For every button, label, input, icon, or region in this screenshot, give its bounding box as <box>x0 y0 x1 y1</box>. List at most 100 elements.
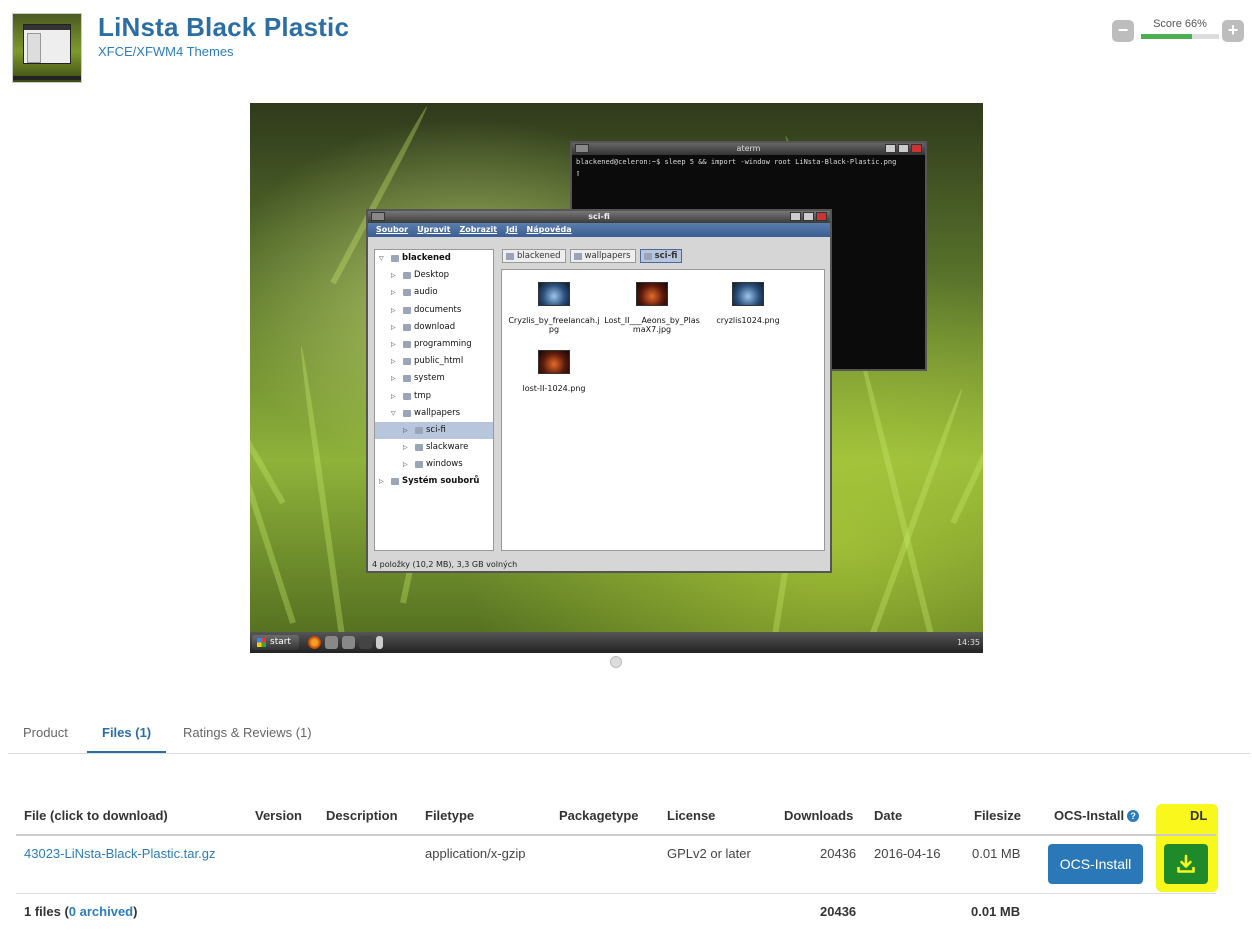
collapsed-arrow-icon: ▷ <box>403 461 408 469</box>
folder-icon <box>403 409 411 417</box>
col-header-dl: DL <box>1190 808 1208 823</box>
header-divider <box>16 834 1216 836</box>
taskbar: start 14:35 <box>250 632 983 653</box>
col-header-license: License <box>667 808 716 823</box>
file-download-link[interactable]: 43023-LiNsta-Black-Plastic.tar.gz <box>24 846 215 861</box>
score-plus-button[interactable]: + <box>1222 20 1244 42</box>
image-file-icon <box>538 350 570 374</box>
folder-icon <box>415 461 423 469</box>
tree-item: ▽ blackened <box>375 250 493 267</box>
grass-blade <box>250 328 286 505</box>
ocs-install-button[interactable]: OCS-Install <box>1048 844 1143 884</box>
file-manager-titlebar: sci-fi <box>368 211 830 223</box>
tree-item-label: system <box>414 373 445 384</box>
tree-item: ▷ Systém souborů <box>375 473 493 490</box>
col-header-date: Date <box>874 808 903 823</box>
terminal-titlebar: aterm <box>572 143 925 155</box>
grass-blade <box>250 412 296 624</box>
file-manager-status: 4 položky (10,2 MB), 3,3 GB volných <box>372 560 518 569</box>
tree-item-label: tmp <box>414 390 432 401</box>
score-minus-button[interactable]: − <box>1112 20 1134 42</box>
row-divider <box>16 893 1216 894</box>
thumbnail-taskbar-preview <box>13 76 81 80</box>
file-manager-title: sci-fi <box>588 212 610 221</box>
search-icon <box>325 636 338 649</box>
category-link[interactable]: XFCE/XFWM4 Themes <box>98 44 234 59</box>
files-summary-suffix: ) <box>133 904 138 919</box>
collapsed-arrow-icon: ▷ <box>391 358 396 366</box>
tree-item: ▷ download <box>375 319 493 336</box>
image-file-icon <box>732 282 764 306</box>
file-item-name: lost-II-1024.png <box>522 384 586 393</box>
col-header-filesize: Filesize <box>974 808 1021 823</box>
collapsed-arrow-icon: ▷ <box>391 323 396 331</box>
tree-item: ▷ windows <box>375 456 493 473</box>
tree-item-label: programming <box>414 338 472 349</box>
folder-icon <box>391 255 399 262</box>
terminal-cursor: ▯ <box>576 169 581 177</box>
tree-item: ▷ tmp <box>375 388 493 405</box>
expanded-arrow-icon: ▽ <box>379 255 384 262</box>
product-tabs: Product Files (1) Ratings & Reviews (1) <box>8 716 1250 754</box>
carousel-dot[interactable] <box>610 656 622 668</box>
taskbar-clock: 14:35 <box>956 638 980 647</box>
window-buttons <box>790 212 827 221</box>
fm-menu-item: Jdi <box>506 225 518 234</box>
file-item-name: Lost_II___Aeons_by_PlasmaX7.jpg <box>604 316 700 334</box>
score-bar-fill <box>1141 34 1193 39</box>
file-item: Lost_II___Aeons_by_PlasmaX7.jpg <box>604 282 700 334</box>
file-item: lost-II-1024.png <box>506 350 602 393</box>
tree-item-label: slackware <box>426 442 469 453</box>
filesize-total: 0.01 MB <box>971 904 1021 919</box>
tab-files[interactable]: Files (1) <box>87 716 167 753</box>
image-file-icon <box>636 282 668 306</box>
col-header-downloads: Downloads <box>784 808 854 823</box>
collapsed-arrow-icon: ▷ <box>391 306 396 314</box>
col-header-packagetype: Packagetype <box>559 808 639 823</box>
product-thumbnail[interactable] <box>12 13 82 83</box>
window-buttons <box>885 144 922 153</box>
start-button: start <box>252 635 299 650</box>
image-file-icon <box>538 282 570 306</box>
taskbar-launchers <box>308 636 383 649</box>
path-segment: blackened <box>502 249 566 263</box>
archived-link[interactable]: 0 archived <box>69 904 133 919</box>
collapsed-arrow-icon: ▷ <box>391 392 396 400</box>
score-widget: − Score 66% + <box>1112 17 1244 45</box>
folder-icon <box>415 444 423 452</box>
terminal-command: blackened@celeron:~$ sleep 5 && import -… <box>576 158 897 166</box>
maximize-icon <box>803 212 814 221</box>
tree-item: ▷ system <box>375 370 493 387</box>
file-item-name: Cryzlis_by_freelancah.jpg <box>508 316 600 334</box>
thumbnail-window-preview <box>23 24 71 64</box>
collapsed-arrow-icon: ▷ <box>379 478 384 486</box>
desktop-icon <box>359 636 372 649</box>
cell-downloads: 20436 <box>820 846 857 861</box>
download-button[interactable] <box>1164 844 1208 884</box>
files-summary: 1 files (0 archived) <box>24 904 137 919</box>
folder-icon <box>415 426 423 434</box>
folder-icon <box>403 272 411 280</box>
tree-item: ▷ sci-fi <box>375 421 493 440</box>
tree-item-label: wallpapers <box>414 407 461 418</box>
cell-filesize: 0.01 MB <box>972 846 1021 861</box>
minimize-icon <box>790 212 801 221</box>
folder-tree: ▽ blackened ▷ Desktop ▷ audio ▷ documents ▷ downl… <box>374 249 494 551</box>
tree-item-label: audio <box>414 287 438 298</box>
tab-product[interactable]: Product <box>8 716 83 753</box>
cell-date: 2016-04-16 <box>874 846 941 861</box>
product-title: LiNsta Black Plastic <box>98 12 350 42</box>
monitor-icon <box>342 636 355 649</box>
help-icon[interactable]: ? <box>1127 810 1140 822</box>
tree-item: ▷ audio <box>375 284 493 301</box>
grass-blade <box>870 387 965 635</box>
product-screenshot[interactable]: aterm blackened@celeron:~$ sleep 5 && im… <box>250 103 983 653</box>
folder-icon <box>403 306 411 314</box>
tab-ratings-reviews[interactable]: Ratings & Reviews (1) <box>168 716 327 753</box>
window-menu-icon <box>575 144 589 153</box>
file-pane: Cryzlis_by_freelancah.jpg Lost_II___Aeons… <box>501 269 825 551</box>
path-segment: wallpapers <box>569 249 636 263</box>
col-header-ocs-install: OCS-Install? <box>1054 808 1140 823</box>
tree-item-label: windows <box>426 459 463 470</box>
col-header-filetype: Filetype <box>425 808 475 823</box>
